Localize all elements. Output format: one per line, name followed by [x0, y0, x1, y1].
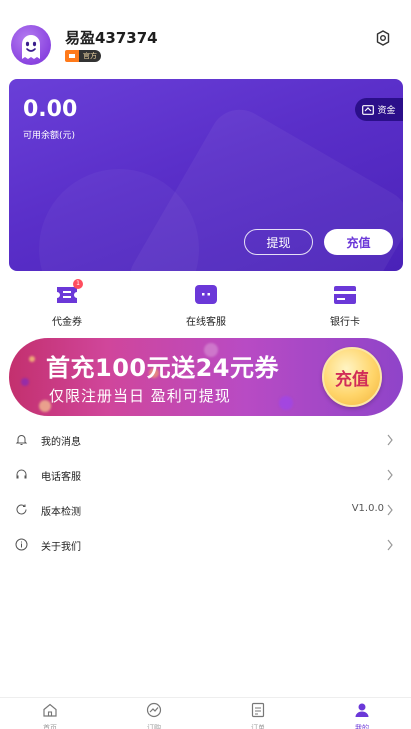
tab-label: 我的	[355, 724, 369, 729]
banner-subtitle: 仅限注册当日 盈利可提现	[49, 387, 231, 405]
fire-icon	[65, 50, 79, 62]
voucher-icon: 1	[55, 279, 83, 306]
recharge-button[interactable]: 充值	[324, 229, 393, 255]
tab-home[interactable]: 首页	[25, 702, 75, 729]
menu-item-version-check[interactable]: 版本检测 V1.0.0	[0, 492, 411, 527]
bank-card-icon	[333, 284, 357, 306]
info-icon	[15, 538, 28, 551]
bottom-tab-bar: 首页 订购 订单 我的	[0, 697, 411, 729]
wallet-decoration	[39, 169, 199, 271]
document-icon	[251, 702, 265, 718]
tab-order[interactable]: 订购	[129, 702, 179, 729]
funds-label: 资金	[377, 106, 396, 116]
official-badge-label: 官方	[79, 50, 101, 62]
balance-value: 0.00	[23, 97, 78, 122]
voucher-count-badge: 1	[73, 279, 83, 289]
withdraw-button[interactable]: 提现	[244, 229, 313, 255]
wallet-card: 0.00 可用余额(元) 资金 提现 充值	[9, 79, 403, 271]
quick-action-online-service[interactable]: 在线客服	[156, 280, 256, 330]
username: 易盈437374	[65, 29, 158, 47]
funds-icon	[362, 104, 375, 115]
tab-label: 首页	[43, 724, 57, 729]
official-badge: 官方	[65, 50, 101, 62]
menu-item-label: 我的消息	[41, 437, 81, 448]
balance-label: 可用余额(元)	[23, 131, 76, 141]
banner-sparkle	[29, 356, 35, 362]
funds-button[interactable]: 资金	[355, 98, 403, 121]
banner-title: 首充100元送24元券	[46, 354, 279, 382]
tab-mine[interactable]: 我的	[337, 702, 387, 729]
menu-item-label: 电话客服	[41, 472, 81, 483]
chevron-right-icon	[387, 434, 393, 446]
banner-recharge-button[interactable]: 充值	[322, 347, 382, 407]
menu-item-label: 关于我们	[41, 542, 81, 553]
profile-header: 易盈437374 官方	[0, 0, 411, 75]
tab-label: 订单	[251, 724, 265, 729]
version-value: V1.0.0	[351, 503, 384, 514]
gear-icon	[376, 30, 390, 46]
menu-item-about-us[interactable]: 关于我们	[0, 527, 411, 562]
user-icon	[355, 703, 369, 717]
headset-icon	[16, 469, 27, 479]
chat-icon	[194, 284, 218, 306]
tab-orders[interactable]: 订单	[233, 702, 283, 729]
settings-button[interactable]	[374, 29, 392, 47]
quick-action-bank-card[interactable]: 银行卡	[295, 280, 395, 330]
quick-action-label: 在线客服	[186, 317, 226, 328]
avatar[interactable]	[11, 25, 51, 65]
menu-item-label: 版本检测	[41, 507, 81, 518]
banner-sparkle	[21, 378, 29, 386]
chart-icon	[146, 702, 162, 718]
promo-banner[interactable]: 首充100元送24元券 仅限注册当日 盈利可提现 充值	[9, 338, 403, 416]
chevron-right-icon	[387, 504, 393, 516]
bell-icon	[15, 435, 28, 445]
quick-action-label: 银行卡	[330, 317, 360, 328]
menu-item-messages[interactable]: 我的消息	[0, 422, 411, 457]
refresh-icon	[16, 504, 27, 515]
chevron-right-icon	[387, 539, 393, 551]
ghost-mascot-icon	[22, 35, 40, 59]
chevron-right-icon	[387, 469, 393, 481]
banner-sparkle	[279, 396, 293, 410]
tab-label: 订购	[147, 724, 161, 729]
menu-item-phone-service[interactable]: 电话客服	[0, 457, 411, 492]
home-icon	[43, 703, 57, 717]
quick-action-label: 代金券	[52, 317, 82, 328]
quick-action-voucher[interactable]: 1 代金券	[17, 279, 117, 330]
